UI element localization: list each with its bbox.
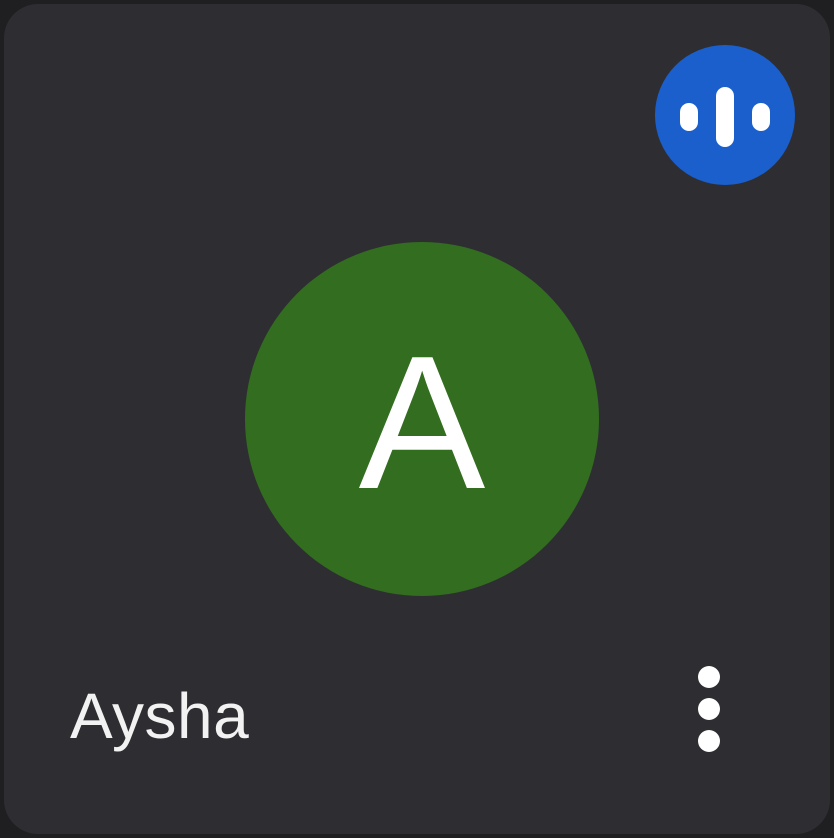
speaking-indicator xyxy=(655,45,795,185)
audio-level-icon xyxy=(680,87,770,147)
participant-name: Aysha xyxy=(70,680,250,752)
avatar: A xyxy=(245,242,599,596)
participant-tile[interactable]: A Aysha xyxy=(4,4,830,834)
audio-level-bar-right xyxy=(752,103,770,131)
audio-level-bar-center xyxy=(716,87,734,147)
more-options-button[interactable] xyxy=(677,659,741,769)
more-vert-icon xyxy=(698,666,720,752)
audio-level-bar-left xyxy=(680,103,698,131)
avatar-initial: A xyxy=(358,317,486,529)
